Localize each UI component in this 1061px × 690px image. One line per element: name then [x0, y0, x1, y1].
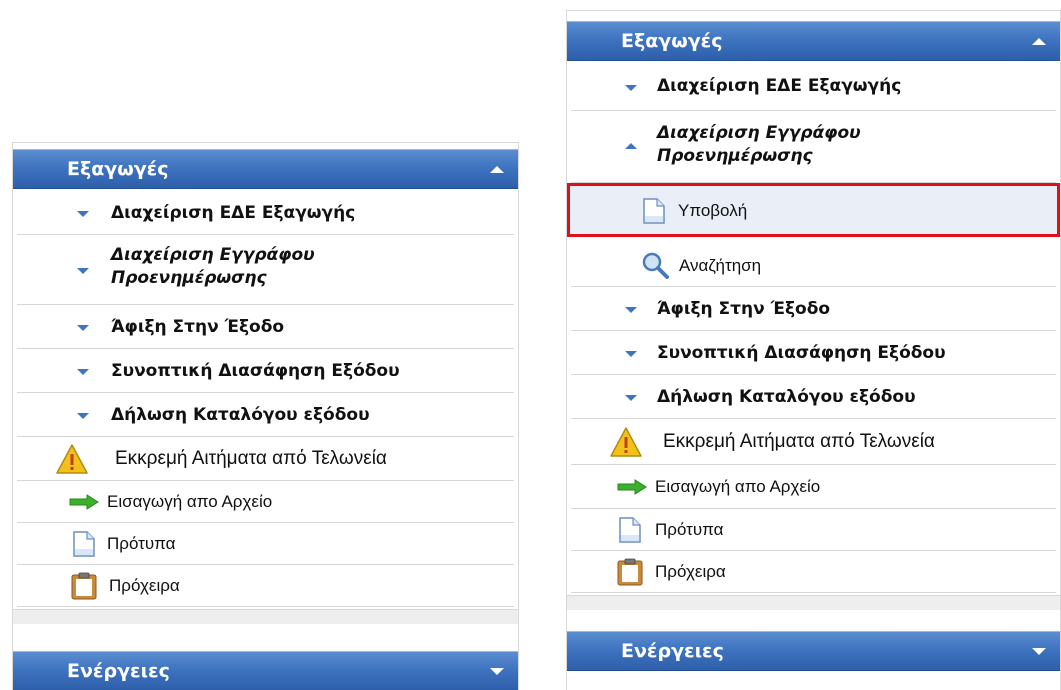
menu-item-label: Δήλωση Καταλόγου εξόδου [657, 387, 916, 407]
menu-item-export-ede-management[interactable]: Διαχείριση ΕΔΕ Εξαγωγής [571, 63, 1056, 111]
exports-header-title: Εξαγωγές [67, 158, 169, 180]
menu-item-import-from-file[interactable]: Εισαγωγή απο Αρχείο [571, 465, 1056, 509]
menu-item-templates[interactable]: Πρότυπα [571, 509, 1056, 551]
menu-item-label: Δήλωση Καταλόγου εξόδου [111, 405, 370, 425]
document-icon [619, 517, 641, 543]
menu-item-label: Πρόχειρα [109, 576, 180, 595]
section-divider [13, 609, 518, 624]
expand-arrow-icon[interactable] [490, 668, 504, 675]
menu-item-label: Συνοπτική Διασάφηση Εξόδου [111, 361, 400, 381]
green-arrow-icon [69, 494, 99, 510]
clipboard-icon [71, 572, 97, 600]
exports-section-header[interactable]: Εξαγωγές [567, 21, 1060, 61]
actions-header-title: Ενέργειες [621, 640, 724, 662]
left-menu-panel: Εξαγωγές Διαχείριση ΕΔΕ Εξαγωγής Διαχείρ… [12, 142, 519, 690]
actions-section-header[interactable]: Ενέργειες [567, 631, 1060, 671]
menu-item-label: Πρότυπα [107, 534, 176, 553]
menu-item-pending-customs-requests[interactable]: Εκκρεμή Αιτήματα από Τελωνεία [571, 419, 1056, 465]
menu-item-label: Πρότυπα [655, 520, 724, 539]
menu-item-arrival-at-exit[interactable]: Άφιξη Στην Έξοδο [17, 305, 514, 349]
menu-item-exit-list-declaration[interactable]: Δήλωση Καταλόγου εξόδου [571, 375, 1056, 419]
menu-item-drafts[interactable]: Πρόχειρα [17, 565, 514, 607]
expand-arrow-icon [77, 369, 89, 375]
right-menu-panel: Εξαγωγές Διαχείριση ΕΔΕ Εξαγωγής Διαχείρ… [566, 10, 1061, 690]
document-icon [643, 198, 665, 224]
menu-item-label: Άφιξη Στην Έξοδο [657, 299, 831, 319]
exports-section-header[interactable]: Εξαγωγές [13, 149, 518, 189]
menu-item-export-ede-management[interactable]: Διαχείριση ΕΔΕ Εξαγωγής [17, 191, 514, 235]
actions-header-title: Ενέργειες [67, 660, 170, 682]
collapse-arrow-icon [625, 143, 637, 149]
menu-item-prenotification-management[interactable]: Διαχείριση Εγγράφου Προενημέρωσης [571, 111, 1056, 183]
menu-item-label: Διαχείριση ΕΔΕ Εξαγωγής [111, 203, 356, 223]
menu-item-label: Αναζήτηση [679, 256, 762, 275]
menu-item-label: Διαχείριση Εγγράφου Προενημέρωσης [657, 123, 861, 166]
menu-item-label: Εισαγωγή απο Αρχείο [107, 492, 273, 511]
magnifier-icon [642, 252, 669, 279]
submenu-item-submit[interactable]: Υποβολή [567, 183, 1060, 237]
menu-item-label: Πρόχειρα [655, 562, 726, 581]
menu-item-label: Εκκρεμή Αιτήματα από Τελωνεία [663, 431, 935, 452]
expand-arrow-icon [77, 325, 89, 331]
menu-item-label: Εκκρεμή Αιτήματα από Τελωνεία [115, 448, 387, 469]
expand-arrow-icon [77, 268, 89, 274]
expand-arrow-icon [625, 351, 637, 357]
section-divider [567, 595, 1060, 610]
expand-arrow-icon [625, 395, 637, 401]
menu-item-label: Υποβολή [678, 201, 748, 220]
submenu-item-search[interactable]: Αναζήτηση [571, 241, 1056, 287]
menu-item-prenotification-management[interactable]: Διαχείριση Εγγράφου Προενημέρωσης [17, 235, 514, 305]
expand-arrow-icon [77, 211, 89, 217]
menu-item-arrival-at-exit[interactable]: Άφιξη Στην Έξοδο [571, 287, 1056, 331]
exports-header-title: Εξαγωγές [621, 30, 723, 52]
expand-arrow-icon [77, 413, 89, 419]
expand-arrow-icon[interactable] [1032, 648, 1046, 655]
menu-item-summary-exit-declaration[interactable]: Συνοπτική Διασάφηση Εξόδου [571, 331, 1056, 375]
warning-icon [56, 444, 88, 474]
menu-item-label: Συνοπτική Διασάφηση Εξόδου [657, 343, 946, 363]
green-arrow-icon [617, 479, 647, 495]
menu-item-templates[interactable]: Πρότυπα [17, 523, 514, 565]
menu-item-summary-exit-declaration[interactable]: Συνοπτική Διασάφηση Εξόδου [17, 349, 514, 393]
expand-arrow-icon [625, 307, 637, 313]
menu-item-label: Άφιξη Στην Έξοδο [111, 317, 285, 337]
collapse-arrow-icon[interactable] [490, 166, 504, 173]
menu-item-label: Διαχείριση Εγγράφου Προενημέρωσης [111, 245, 315, 288]
warning-icon [610, 427, 642, 457]
collapse-arrow-icon[interactable] [1032, 38, 1046, 45]
expand-arrow-icon [625, 85, 637, 91]
clipboard-icon [617, 558, 643, 586]
menu-item-drafts[interactable]: Πρόχειρα [571, 551, 1056, 593]
menu-item-label: Εισαγωγή απο Αρχείο [655, 477, 821, 496]
document-icon [73, 531, 95, 557]
menu-item-import-from-file[interactable]: Εισαγωγή απο Αρχείο [17, 481, 514, 523]
menu-item-label: Διαχείριση ΕΔΕ Εξαγωγής [657, 76, 902, 96]
menu-item-pending-customs-requests[interactable]: Εκκρεμή Αιτήματα από Τελωνεία [17, 437, 514, 481]
menu-item-exit-list-declaration[interactable]: Δήλωση Καταλόγου εξόδου [17, 393, 514, 437]
actions-section-header[interactable]: Ενέργειες [13, 651, 518, 690]
